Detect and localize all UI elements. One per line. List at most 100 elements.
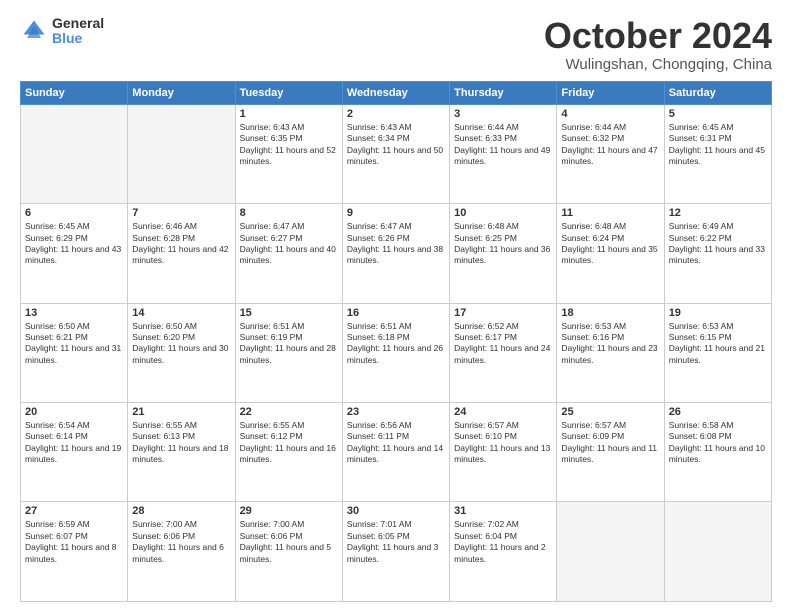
calendar-cell: 18 Sunrise: 6:53 AMSunset: 6:16 PMDayligh… bbox=[557, 303, 664, 402]
page: General Blue October 2024 Wulingshan, Ch… bbox=[0, 0, 792, 612]
day-number: 30 bbox=[347, 505, 445, 517]
calendar-cell bbox=[664, 502, 771, 602]
day-number: 27 bbox=[25, 505, 123, 517]
day-number: 13 bbox=[25, 307, 123, 319]
calendar-cell bbox=[557, 502, 664, 602]
day-info: Sunrise: 7:00 AMSunset: 6:06 PMDaylight:… bbox=[240, 519, 338, 565]
day-info: Sunrise: 6:55 AMSunset: 6:12 PMDaylight:… bbox=[240, 420, 338, 466]
header: General Blue October 2024 Wulingshan, Ch… bbox=[20, 16, 772, 73]
day-info: Sunrise: 6:51 AMSunset: 6:18 PMDaylight:… bbox=[347, 321, 445, 367]
day-number: 14 bbox=[132, 307, 230, 319]
day-number: 8 bbox=[240, 207, 338, 219]
calendar-cell: 9 Sunrise: 6:47 AMSunset: 6:26 PMDaylight… bbox=[342, 204, 449, 303]
day-number: 11 bbox=[561, 207, 659, 219]
day-info: Sunrise: 6:46 AMSunset: 6:28 PMDaylight:… bbox=[132, 221, 230, 267]
weekday-header-saturday: Saturday bbox=[664, 81, 771, 104]
day-number: 24 bbox=[454, 406, 552, 418]
day-info: Sunrise: 6:55 AMSunset: 6:13 PMDaylight:… bbox=[132, 420, 230, 466]
day-number: 16 bbox=[347, 307, 445, 319]
day-info: Sunrise: 6:50 AMSunset: 6:20 PMDaylight:… bbox=[132, 321, 230, 367]
day-info: Sunrise: 6:49 AMSunset: 6:22 PMDaylight:… bbox=[669, 221, 767, 267]
day-number: 3 bbox=[454, 108, 552, 120]
calendar-cell: 12 Sunrise: 6:49 AMSunset: 6:22 PMDayligh… bbox=[664, 204, 771, 303]
day-info: Sunrise: 6:44 AMSunset: 6:32 PMDaylight:… bbox=[561, 122, 659, 168]
week-row-1: 1Sunrise: 6:43 AMSunset: 6:35 PMDaylight… bbox=[21, 104, 772, 203]
calendar-cell: 11 Sunrise: 6:48 AMSunset: 6:24 PMDayligh… bbox=[557, 204, 664, 303]
calendar-cell: 27 Sunrise: 6:59 AMSunset: 6:07 PMDayligh… bbox=[21, 502, 128, 602]
calendar-cell: 15Sunrise: 6:51 AMSunset: 6:19 PMDayligh… bbox=[235, 303, 342, 402]
day-number: 21 bbox=[132, 406, 230, 418]
weekday-header-sunday: Sunday bbox=[21, 81, 128, 104]
day-info: Sunrise: 7:00 AMSunset: 6:06 PMDaylight:… bbox=[132, 519, 230, 565]
day-info: Sunrise: 6:47 AMSunset: 6:26 PMDaylight:… bbox=[347, 221, 445, 267]
calendar-cell bbox=[128, 104, 235, 203]
logo-general: General bbox=[52, 16, 104, 31]
day-number: 12 bbox=[669, 207, 767, 219]
weekday-header-row: SundayMondayTuesdayWednesdayThursdayFrid… bbox=[21, 81, 772, 104]
weekday-header-wednesday: Wednesday bbox=[342, 81, 449, 104]
day-number: 25 bbox=[561, 406, 659, 418]
calendar-cell: 4Sunrise: 6:44 AMSunset: 6:32 PMDaylight… bbox=[557, 104, 664, 203]
day-number: 20 bbox=[25, 406, 123, 418]
day-number: 23 bbox=[347, 406, 445, 418]
location-subtitle: Wulingshan, Chongqing, China bbox=[544, 56, 772, 73]
logo: General Blue bbox=[20, 16, 104, 47]
day-info: Sunrise: 6:53 AMSunset: 6:16 PMDaylight:… bbox=[561, 321, 659, 367]
day-info: Sunrise: 7:01 AMSunset: 6:05 PMDaylight:… bbox=[347, 519, 445, 565]
calendar-header: SundayMondayTuesdayWednesdayThursdayFrid… bbox=[21, 81, 772, 104]
day-info: Sunrise: 6:48 AMSunset: 6:24 PMDaylight:… bbox=[561, 221, 659, 267]
calendar-cell: 26Sunrise: 6:58 AMSunset: 6:08 PMDayligh… bbox=[664, 403, 771, 502]
logo-blue: Blue bbox=[52, 31, 104, 46]
week-row-5: 27 Sunrise: 6:59 AMSunset: 6:07 PMDayligh… bbox=[21, 502, 772, 602]
day-info: Sunrise: 7:02 AMSunset: 6:04 PMDaylight:… bbox=[454, 519, 552, 565]
day-number: 17 bbox=[454, 307, 552, 319]
day-number: 2 bbox=[347, 108, 445, 120]
calendar-cell: 8 Sunrise: 6:47 AMSunset: 6:27 PMDaylight… bbox=[235, 204, 342, 303]
day-info: Sunrise: 6:43 AMSunset: 6:35 PMDaylight:… bbox=[240, 122, 338, 168]
day-info: Sunrise: 6:45 AMSunset: 6:29 PMDaylight:… bbox=[25, 221, 123, 267]
calendar-cell: 2 Sunrise: 6:43 AMSunset: 6:34 PMDaylight… bbox=[342, 104, 449, 203]
day-info: Sunrise: 6:48 AMSunset: 6:25 PMDaylight:… bbox=[454, 221, 552, 267]
calendar-cell: 10Sunrise: 6:48 AMSunset: 6:25 PMDayligh… bbox=[450, 204, 557, 303]
day-info: Sunrise: 6:59 AMSunset: 6:07 PMDaylight:… bbox=[25, 519, 123, 565]
day-number: 7 bbox=[132, 207, 230, 219]
calendar-cell: 14 Sunrise: 6:50 AMSunset: 6:20 PMDayligh… bbox=[128, 303, 235, 402]
week-row-4: 20Sunrise: 6:54 AMSunset: 6:14 PMDayligh… bbox=[21, 403, 772, 502]
day-info: Sunrise: 6:43 AMSunset: 6:34 PMDaylight:… bbox=[347, 122, 445, 168]
calendar-cell: 30 Sunrise: 7:01 AMSunset: 6:05 PMDayligh… bbox=[342, 502, 449, 602]
calendar-cell: 3 Sunrise: 6:44 AMSunset: 6:33 PMDaylight… bbox=[450, 104, 557, 203]
calendar-cell: 24 Sunrise: 6:57 AMSunset: 6:10 PMDayligh… bbox=[450, 403, 557, 502]
calendar-cell: 29 Sunrise: 7:00 AMSunset: 6:06 PMDayligh… bbox=[235, 502, 342, 602]
day-number: 31 bbox=[454, 505, 552, 517]
calendar-cell: 25 Sunrise: 6:57 AMSunset: 6:09 PMDayligh… bbox=[557, 403, 664, 502]
day-number: 6 bbox=[25, 207, 123, 219]
calendar-cell: 22 Sunrise: 6:55 AMSunset: 6:12 PMDayligh… bbox=[235, 403, 342, 502]
day-number: 29 bbox=[240, 505, 338, 517]
weekday-header-tuesday: Tuesday bbox=[235, 81, 342, 104]
day-number: 18 bbox=[561, 307, 659, 319]
calendar-cell: 13Sunrise: 6:50 AMSunset: 6:21 PMDayligh… bbox=[21, 303, 128, 402]
day-number: 5 bbox=[669, 108, 767, 120]
week-row-3: 13Sunrise: 6:50 AMSunset: 6:21 PMDayligh… bbox=[21, 303, 772, 402]
calendar-cell: 5Sunrise: 6:45 AMSunset: 6:31 PMDaylight… bbox=[664, 104, 771, 203]
calendar-cell: 7 Sunrise: 6:46 AMSunset: 6:28 PMDaylight… bbox=[128, 204, 235, 303]
calendar-cell bbox=[21, 104, 128, 203]
day-info: Sunrise: 6:44 AMSunset: 6:33 PMDaylight:… bbox=[454, 122, 552, 168]
day-info: Sunrise: 6:57 AMSunset: 6:10 PMDaylight:… bbox=[454, 420, 552, 466]
calendar-cell: 23 Sunrise: 6:56 AMSunset: 6:11 PMDayligh… bbox=[342, 403, 449, 502]
weekday-header-monday: Monday bbox=[128, 81, 235, 104]
calendar-table: SundayMondayTuesdayWednesdayThursdayFrid… bbox=[20, 81, 772, 602]
calendar-cell: 28Sunrise: 7:00 AMSunset: 6:06 PMDayligh… bbox=[128, 502, 235, 602]
logo-icon bbox=[20, 17, 48, 45]
day-number: 15 bbox=[240, 307, 338, 319]
calendar-cell: 20Sunrise: 6:54 AMSunset: 6:14 PMDayligh… bbox=[21, 403, 128, 502]
calendar-cell: 31 Sunrise: 7:02 AMSunset: 6:04 PMDayligh… bbox=[450, 502, 557, 602]
day-info: Sunrise: 6:57 AMSunset: 6:09 PMDaylight:… bbox=[561, 420, 659, 466]
month-title: October 2024 bbox=[544, 16, 772, 56]
day-number: 9 bbox=[347, 207, 445, 219]
title-block: October 2024 Wulingshan, Chongqing, Chin… bbox=[544, 16, 772, 73]
day-number: 22 bbox=[240, 406, 338, 418]
day-info: Sunrise: 6:56 AMSunset: 6:11 PMDaylight:… bbox=[347, 420, 445, 466]
day-info: Sunrise: 6:47 AMSunset: 6:27 PMDaylight:… bbox=[240, 221, 338, 267]
day-info: Sunrise: 6:58 AMSunset: 6:08 PMDaylight:… bbox=[669, 420, 767, 466]
